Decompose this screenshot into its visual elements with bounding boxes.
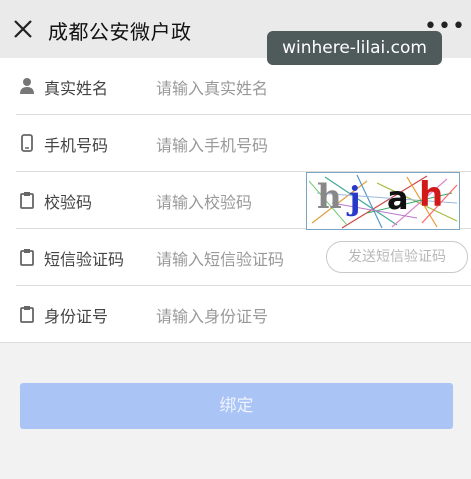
row-id-number: 身份证号 请输入身份证号 (0, 286, 471, 343)
binding-form: 真实姓名 请输入真实姓名 手机号码 请输入手机号码 校验码 请输入校验码 h j… (0, 58, 471, 343)
clipboard-icon (20, 306, 34, 323)
real-name-input[interactable]: 请输入真实姓名 (156, 75, 268, 99)
captcha-label: 校验码 (44, 193, 93, 212)
phone-icon (21, 134, 33, 152)
real-name-label: 真实姓名 (44, 79, 109, 98)
person-icon (20, 78, 34, 94)
clipboard-icon (20, 249, 34, 266)
row-real-name: 真实姓名 请输入真实姓名 (16, 58, 471, 115)
row-phone: 手机号码 请输入手机号码 (16, 115, 471, 172)
phone-input[interactable]: 请输入手机号码 (156, 132, 268, 156)
captcha-char: h (419, 175, 444, 215)
clipboard-icon (20, 192, 34, 209)
watermark: winhere-lilai.com (267, 31, 442, 65)
row-captcha: 校验码 请输入校验码 h j a h (16, 172, 471, 230)
page-title: 成都公安微户政 (48, 20, 192, 44)
close-icon[interactable] (12, 18, 34, 40)
captcha-input[interactable]: 请输入校验码 (156, 189, 252, 213)
captcha-char: a (387, 179, 409, 217)
captcha-char: h (317, 177, 342, 217)
sms-code-input[interactable]: 请输入短信验证码 (156, 246, 284, 270)
id-number-label: 身份证号 (44, 307, 109, 326)
row-sms-code: 短信验证码 请输入短信验证码 发送短信验证码 (16, 229, 471, 286)
captcha-char: j (349, 179, 361, 217)
captcha-image[interactable]: h j a h (306, 172, 460, 230)
bind-button[interactable]: 绑定 (20, 383, 453, 429)
id-number-input[interactable]: 请输入身份证号 (156, 303, 268, 327)
phone-label: 手机号码 (44, 136, 109, 155)
send-sms-button[interactable]: 发送短信验证码 (326, 241, 468, 273)
sms-code-label: 短信验证码 (44, 250, 125, 269)
